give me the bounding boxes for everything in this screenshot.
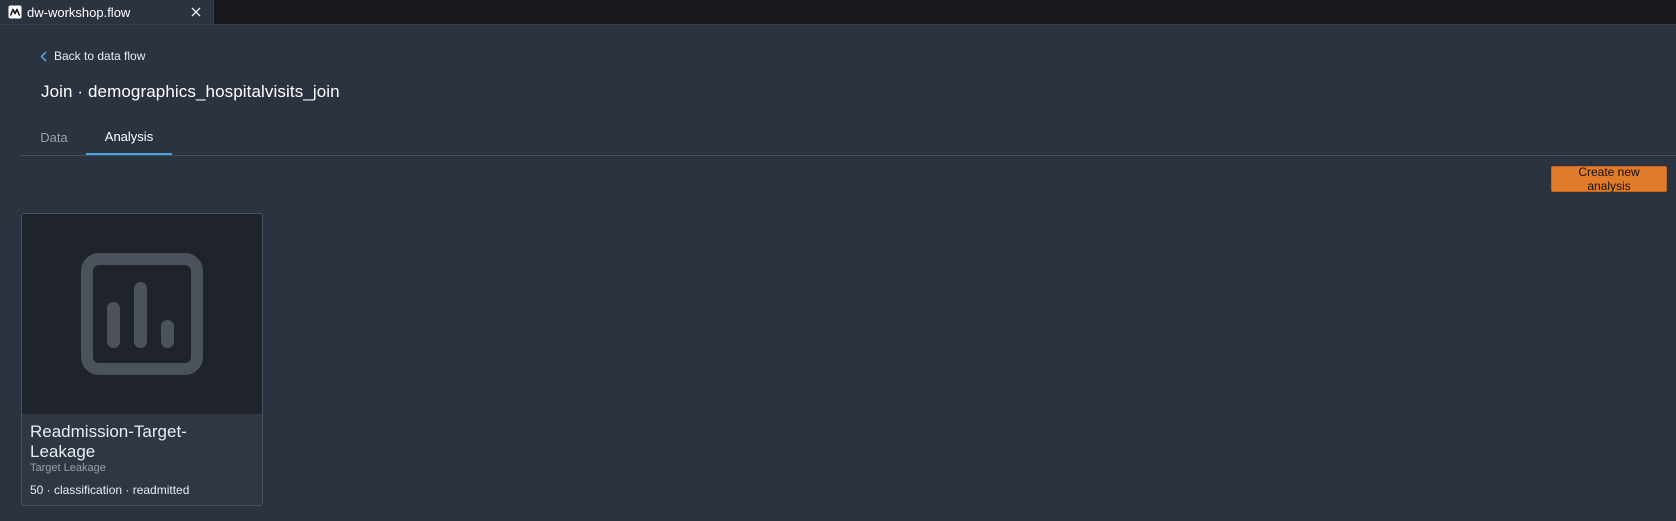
- analysis-card-subtitle: Target Leakage: [30, 462, 106, 474]
- file-tab-title: dw-workshop.flow: [27, 4, 131, 20]
- back-link-label: Back to data flow: [54, 49, 146, 63]
- view-tabs: Data Analysis: [21, 120, 1676, 156]
- create-new-analysis-button[interactable]: Create new analysis: [1551, 165, 1667, 193]
- tab-data[interactable]: Data: [21, 120, 87, 154]
- analysis-card-meta: 50 · classification · readmitted: [30, 483, 190, 497]
- chevron-left-icon: [40, 50, 47, 62]
- data-wrangler-flow-icon: [8, 5, 22, 19]
- page-title: Join · demographics_hospitalvisits_join: [41, 82, 340, 101]
- back-to-data-flow-link[interactable]: Back to data flow: [40, 49, 145, 63]
- tab-analysis[interactable]: Analysis: [86, 120, 172, 155]
- editor-tab-bar: dw-workshop.flow: [0, 0, 1676, 25]
- close-icon[interactable]: [189, 5, 203, 19]
- analysis-card-title: Readmission-Target-Leakage: [30, 422, 187, 461]
- analysis-thumbnail: [22, 214, 262, 414]
- analysis-card[interactable]: Readmission-Target-Leakage Target Leakag…: [21, 213, 263, 506]
- bar-chart-icon: [81, 253, 203, 375]
- file-tab[interactable]: dw-workshop.flow: [0, 0, 214, 24]
